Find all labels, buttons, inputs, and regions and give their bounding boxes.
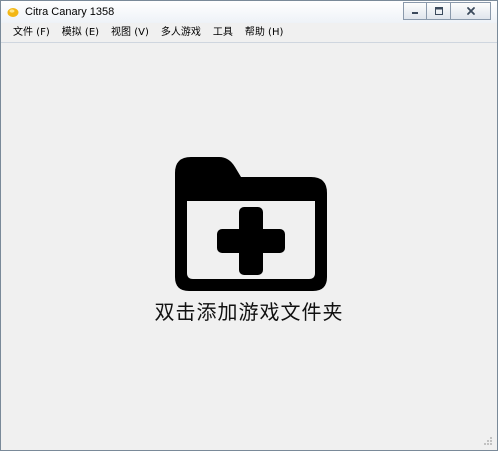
- add-folder-icon: [175, 157, 327, 291]
- menu-emulation[interactable]: 模拟 (E): [56, 24, 105, 42]
- close-icon: [466, 7, 475, 15]
- window-controls: [403, 2, 491, 20]
- menu-help[interactable]: 帮助 (H): [239, 24, 290, 42]
- maximize-button[interactable]: [427, 2, 451, 20]
- game-list-area: 双击添加游戏文件夹: [1, 43, 497, 450]
- menu-tools[interactable]: 工具: [207, 24, 239, 42]
- menu-view[interactable]: 视图 (V): [105, 24, 155, 42]
- citra-app-icon: [7, 8, 19, 17]
- resize-grip-icon[interactable]: [483, 436, 493, 446]
- add-game-folder-zone[interactable]: 双击添加游戏文件夹: [1, 43, 497, 450]
- main-window: Citra Canary 1358 文件 (F) 模拟 (E) 视图 (V) 多…: [0, 0, 498, 451]
- maximize-icon: [434, 7, 443, 15]
- minimize-icon: [412, 12, 418, 14]
- add-folder-hint: 双击添加游戏文件夹: [154, 300, 344, 324]
- close-button[interactable]: [451, 2, 491, 20]
- menu-file[interactable]: 文件 (F): [7, 24, 56, 42]
- menu-bar: 文件 (F) 模拟 (E) 视图 (V) 多人游戏 工具 帮助 (H): [1, 23, 497, 43]
- window-title: Citra Canary 1358: [25, 6, 115, 18]
- menu-multiplayer[interactable]: 多人游戏: [155, 24, 207, 42]
- title-bar[interactable]: Citra Canary 1358: [1, 1, 497, 24]
- minimize-button[interactable]: [403, 2, 427, 20]
